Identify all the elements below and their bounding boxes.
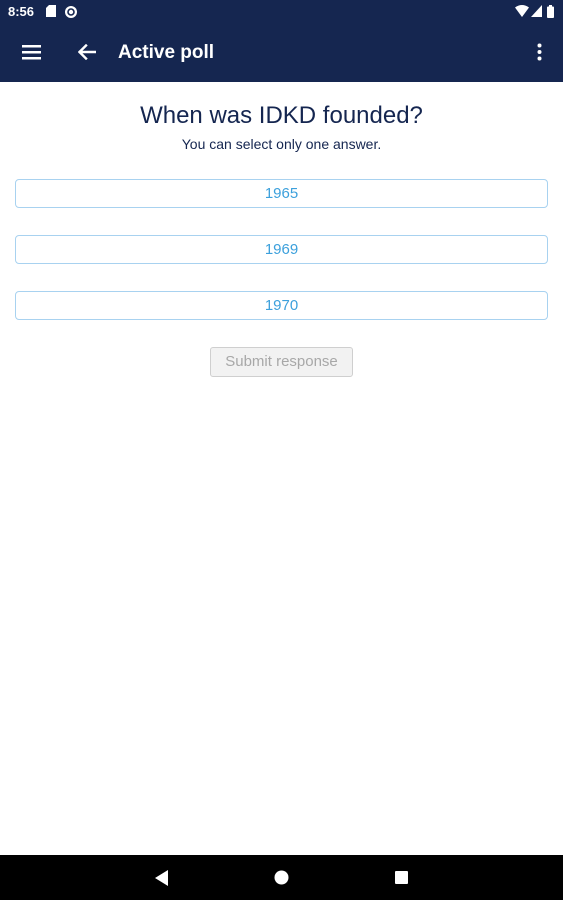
more-vert-icon[interactable]: [537, 43, 542, 61]
menu-icon[interactable]: [22, 45, 41, 60]
signal-icon: [531, 5, 542, 17]
poll-option-1970[interactable]: 1970: [15, 291, 548, 320]
poll-instruction: You can select only one answer.: [181, 136, 382, 152]
back-arrow-icon[interactable]: [78, 44, 96, 60]
app-bar: Active poll: [0, 24, 563, 82]
poll-option-1965[interactable]: 1965: [15, 179, 548, 208]
poll-option-1969[interactable]: 1969: [15, 235, 548, 264]
sync-icon: [65, 6, 77, 18]
status-bar: 8:56: [0, 0, 563, 24]
sd-card-icon: [46, 5, 56, 17]
wifi-icon: [515, 5, 529, 17]
page-title: Active poll: [118, 42, 215, 63]
poll-question: When was IDKD founded?: [140, 102, 423, 129]
submit-response-button[interactable]: Submit response: [210, 347, 353, 377]
system-nav-bar: [0, 855, 563, 900]
poll-content: When was IDKD founded? You can select on…: [0, 82, 563, 855]
home-circle-icon[interactable]: [274, 870, 289, 885]
back-triangle-icon[interactable]: [155, 870, 168, 886]
recents-square-icon[interactable]: [395, 871, 408, 884]
battery-icon: [547, 5, 554, 18]
status-time: 8:56: [8, 4, 35, 19]
